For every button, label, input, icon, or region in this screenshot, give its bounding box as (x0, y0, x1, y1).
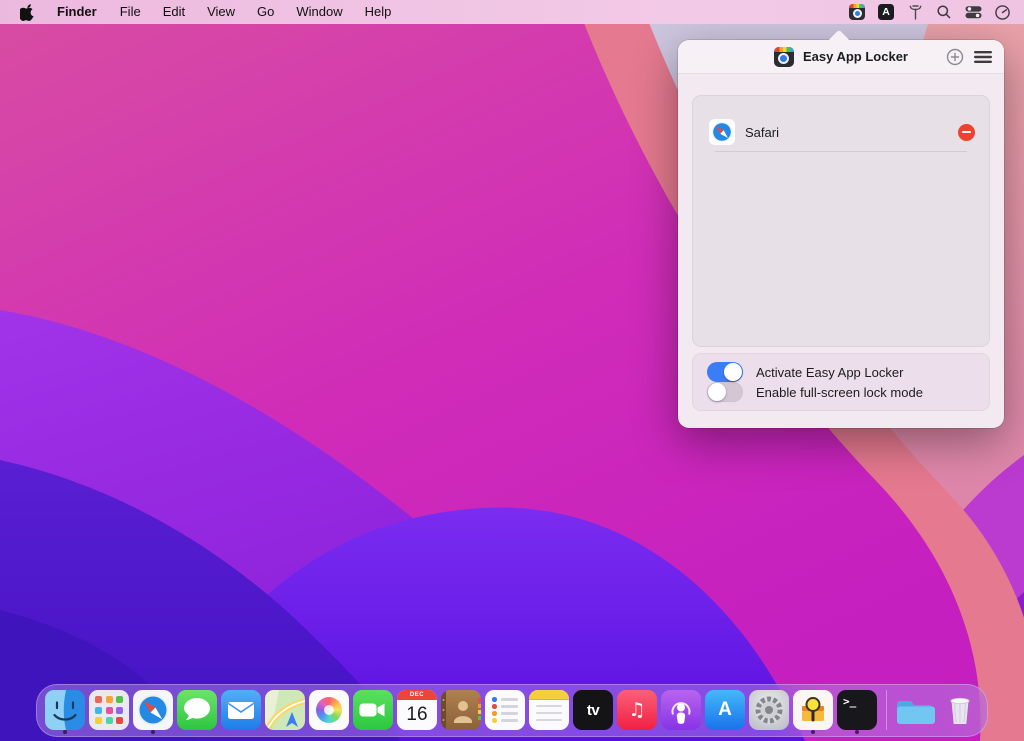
mail-icon (221, 690, 261, 730)
popover-title-group: Easy App Locker (774, 47, 908, 67)
app-store-icon: A (705, 690, 745, 730)
dock-item-launchpad[interactable] (89, 685, 129, 736)
easy-app-locker-status-icon[interactable] (847, 2, 867, 22)
input-source-a-icon: A (878, 4, 894, 20)
easy-app-locker-popover: Easy App Locker (678, 40, 1004, 428)
remove-app-button[interactable] (958, 124, 975, 141)
menu-edit[interactable]: Edit (152, 0, 196, 24)
dock-item-app-store[interactable]: A (705, 685, 745, 736)
maps-icon (265, 690, 305, 730)
easy-app-locker-app-icon (774, 47, 794, 67)
popover-title: Easy App Locker (803, 49, 908, 64)
reminders-icon (485, 690, 525, 730)
messages-icon (177, 690, 217, 730)
trash-icon (940, 690, 980, 730)
minus-icon (962, 131, 971, 133)
launchpad-icon (89, 690, 129, 730)
dock-item-photos[interactable] (309, 685, 349, 736)
dock: DEC 16 (36, 684, 988, 737)
easy-app-locker-mini-icon (849, 4, 865, 20)
toggle-knob (708, 383, 726, 401)
dock-item-box-magnifier-app[interactable] (793, 685, 833, 736)
hamburger-icon (974, 50, 992, 64)
running-indicator (63, 730, 67, 734)
podcasts-icon (661, 690, 701, 730)
notes-icon (529, 690, 569, 730)
dock-item-facetime[interactable] (353, 685, 393, 736)
menu-file[interactable]: File (109, 0, 152, 24)
dock-item-finder[interactable] (45, 685, 85, 736)
running-indicator (855, 730, 859, 734)
dock-item-calendar[interactable]: DEC 16 (397, 685, 437, 736)
toggle-knob (724, 363, 742, 381)
app-menu-title[interactable]: Finder (45, 0, 109, 24)
antenna-icon[interactable] (905, 2, 925, 22)
safari-icon (709, 119, 735, 145)
settings-panel: Activate Easy App Locker Enable full-scr… (692, 353, 990, 411)
menu-bar-left: Finder File Edit View Go Window Help (0, 0, 402, 24)
dock-item-mail[interactable] (221, 685, 261, 736)
toggle-row-activate: Activate Easy App Locker (707, 362, 975, 382)
menu-help[interactable]: Help (354, 0, 403, 24)
dock-item-music[interactable]: ♫ (617, 685, 657, 736)
dock-item-maps[interactable] (265, 685, 305, 736)
dock-item-tv[interactable]: tv (573, 685, 613, 736)
finder-icon (45, 690, 85, 730)
dock-item-contacts[interactable] (441, 685, 481, 736)
dock-item-safari[interactable] (133, 685, 173, 736)
apple-icon (20, 4, 35, 21)
calendar-month: DEC (397, 690, 437, 700)
dock-item-notes[interactable] (529, 685, 569, 736)
safari-dock-icon (133, 690, 173, 730)
apple-tv-icon: tv (573, 690, 613, 730)
contacts-icon (441, 690, 481, 730)
dock-item-reminders[interactable] (485, 685, 525, 736)
photos-icon (309, 690, 349, 730)
terminal-icon: >_ (837, 690, 877, 730)
plus-circle-icon (946, 48, 964, 66)
dock-item-podcasts[interactable] (661, 685, 701, 736)
dock-item-messages[interactable] (177, 685, 217, 736)
apple-menu[interactable] (10, 4, 45, 21)
menu-bar-status-area: A (847, 0, 1024, 24)
activate-toggle[interactable] (707, 362, 743, 382)
fullscreen-toggle-label: Enable full-screen lock mode (756, 385, 923, 400)
gear-icon (749, 690, 789, 730)
dock-item-downloads-folder[interactable] (896, 685, 936, 736)
fullscreen-lock-toggle[interactable] (707, 382, 743, 402)
control-center-icon[interactable] (963, 2, 983, 22)
running-indicator (811, 730, 815, 734)
running-indicator (151, 730, 155, 734)
add-app-button[interactable] (946, 48, 964, 66)
desktop: Finder File Edit View Go Window Help A (0, 0, 1024, 741)
calendar-icon: DEC 16 (397, 690, 437, 730)
locked-app-name: Safari (745, 125, 958, 140)
locked-app-row[interactable]: Safari (693, 112, 989, 152)
music-icon: ♫ (617, 690, 657, 730)
folder-icon (896, 690, 936, 730)
facetime-icon (353, 690, 393, 730)
popover-body: Safari Activate Easy App Locker Enable f… (678, 74, 1004, 411)
menu-view[interactable]: View (196, 0, 246, 24)
menu-go[interactable]: Go (246, 0, 285, 24)
dock-separator (886, 690, 887, 730)
menu-bar: Finder File Edit View Go Window Help A (0, 0, 1024, 24)
popover-header: Easy App Locker (678, 40, 1004, 74)
activate-toggle-label: Activate Easy App Locker (756, 365, 903, 380)
spotlight-search-icon[interactable] (934, 2, 954, 22)
clock-icon[interactable] (992, 2, 1012, 22)
dock-item-trash[interactable] (940, 685, 980, 736)
menu-window[interactable]: Window (285, 0, 353, 24)
calendar-day: 16 (406, 700, 427, 730)
menu-button[interactable] (974, 50, 992, 64)
popover-header-actions (946, 40, 992, 74)
dock-item-system-preferences[interactable] (749, 685, 789, 736)
locked-apps-list: Safari (692, 95, 990, 347)
toggle-row-fullscreen: Enable full-screen lock mode (707, 382, 975, 402)
dock-item-terminal[interactable]: >_ (837, 685, 877, 736)
input-source-menu[interactable]: A (876, 2, 896, 22)
box-magnifier-icon (793, 690, 833, 730)
